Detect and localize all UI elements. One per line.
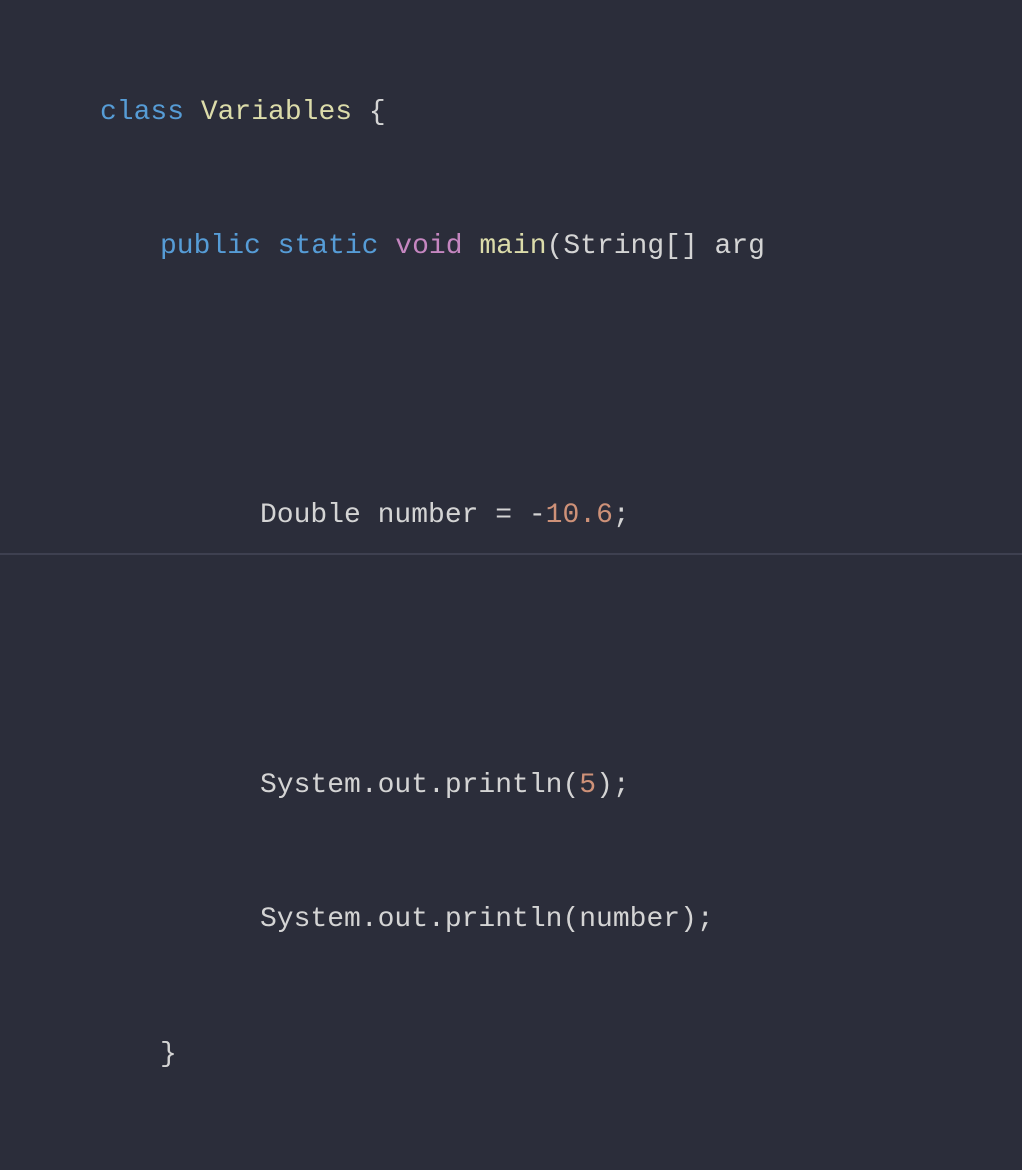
keyword-static: static — [278, 231, 379, 262]
panel-divider — [0, 553, 1022, 555]
code-line-3: Double number = -10.6; — [0, 493, 1022, 538]
method-params: (String[] arg — [547, 231, 765, 262]
number-arg: 5 — [579, 770, 596, 801]
class-name: Variables — [201, 97, 352, 128]
code-line-7: } — [0, 1166, 1022, 1170]
code-line-4: System.out.println(5); — [0, 763, 1022, 808]
var-decl: Double number = — [260, 500, 529, 531]
open-brace: { — [352, 97, 386, 128]
close-brace-method: } — [160, 1039, 177, 1070]
println-suffix: ); — [596, 770, 630, 801]
code-line-1: class Variables { — [0, 90, 1022, 135]
code-line-blank-2 — [0, 628, 1022, 673]
number-literal: 10.6 — [546, 500, 613, 531]
semicolon: ; — [613, 500, 630, 531]
code-line-blank-1 — [0, 359, 1022, 404]
println-stmt: System.out.println(number); — [260, 904, 714, 935]
code-line-6: } — [0, 1032, 1022, 1077]
method-main: main — [479, 231, 546, 262]
keyword-public: public — [160, 231, 261, 262]
minus-sign: - — [529, 500, 546, 531]
keyword-void: void — [395, 231, 462, 262]
println-prefix: System.out.println( — [260, 770, 579, 801]
keyword-class: class — [100, 97, 184, 128]
code-line-2: public static void main(String[] arg — [0, 224, 1022, 269]
code-line-5: System.out.println(number); — [0, 897, 1022, 942]
code-editor[interactable]: class Variables { public static void mai… — [0, 0, 1022, 1170]
